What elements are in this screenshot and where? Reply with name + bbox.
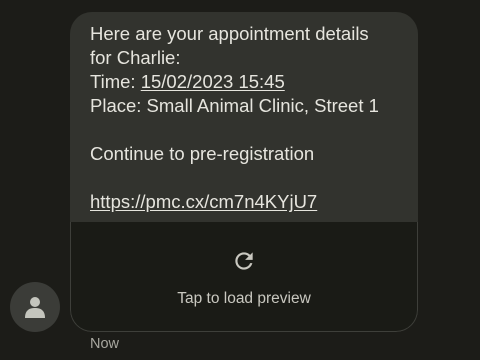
time-value-link[interactable]: 15/02/2023 15:45 [141, 71, 285, 92]
link-preview-card[interactable]: Tap to load preview [70, 222, 418, 332]
refresh-icon [235, 252, 253, 270]
preregistration-link[interactable]: https://pmc.cx/cm7n4KYjU7 [90, 190, 398, 214]
appointment-time: Time: 15/02/2023 15:45 [90, 70, 398, 94]
person-icon [25, 297, 45, 318]
message-line: Here are your appointment details [90, 23, 369, 44]
appointment-place: Place: Small Animal Clinic, Street 1 [90, 95, 379, 116]
conversation-view: Here are your appointment details for Ch… [0, 0, 480, 360]
message-body: Here are your appointment details for Ch… [70, 12, 418, 222]
message-line: for Charlie: [90, 47, 181, 68]
load-preview-label: Tap to load preview [177, 290, 311, 307]
message-timestamp: Now [90, 336, 120, 352]
preregistration-text: Continue to pre-registration [90, 143, 315, 164]
contact-avatar[interactable] [10, 282, 60, 332]
time-label: Time: [90, 71, 141, 92]
message-bubble[interactable]: Here are your appointment details for Ch… [70, 12, 418, 332]
